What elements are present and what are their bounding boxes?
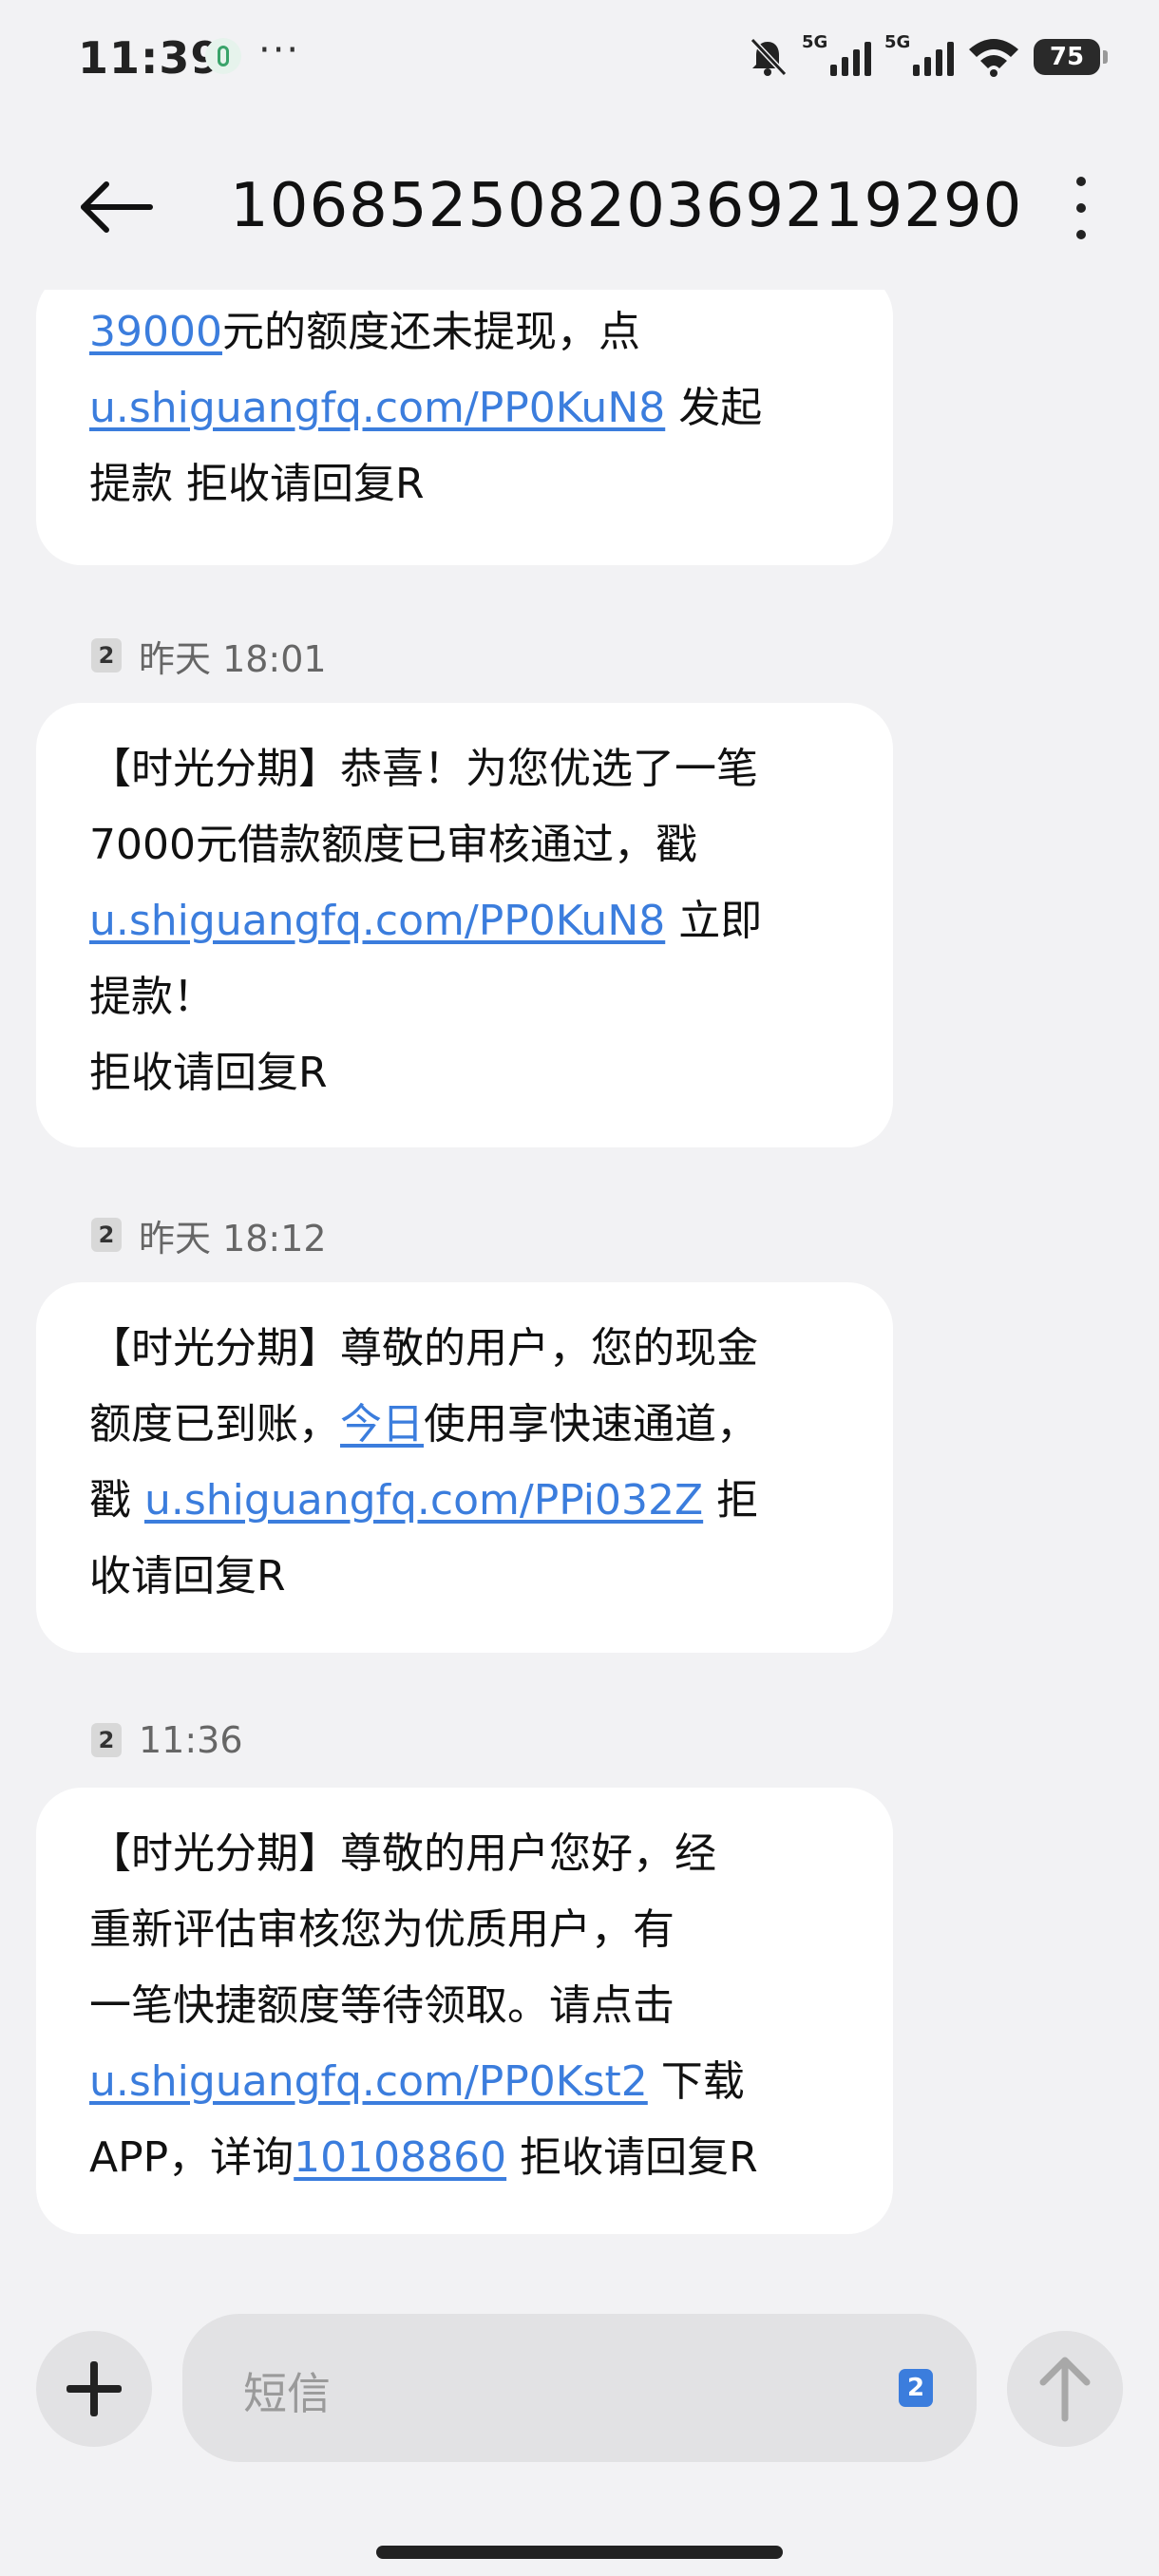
message-list[interactable]: 39000元的额度还未提现，点 u.shiguangfq.com/PP0KuN8 … [0,290,1159,2308]
message-bubble[interactable]: 【时光分期】尊敬的用户您好，经 重新评估审核您为优质用户，有 一笔快捷额度等待领取。… [36,1788,893,2234]
message-timestamp: 2 昨天 18:12 [91,1216,327,1260]
message-bubble[interactable]: 【时光分期】尊敬的用户，您的现金 额度已到账，今日使用享快速通道，戳 u.shig… [36,1282,893,1653]
message-text: 拒 [703,1476,759,1525]
status-indicators: 5G 5G 75 [747,32,1108,80]
message-line: 39000元的额度还未提现，点 [89,294,855,370]
sim-selector-badge[interactable]: 2 [899,2369,933,2407]
bell-muted-icon [750,37,788,77]
message-input[interactable]: 短信 2 [182,2314,977,2462]
back-arrow-icon[interactable] [78,180,154,234]
cellular-signal-icon: 5G [884,32,954,76]
message-input-placeholder: 短信 [243,2368,331,2419]
sim-card-icon: 2 [91,638,122,672]
message-line: 提款 拒收请回复R [89,446,855,522]
status-bar: 11:39 ··· 5G 5G 75 [0,0,1159,114]
message-text: 发起 [665,384,763,432]
conversation-header: 106852508203692192​90 [0,142,1159,266]
message-line: 【时光分期】恭喜！为您优选了一笔 [89,731,855,807]
message-link[interactable]: 39000 [89,308,222,356]
message-line: 拒收请回复R [89,1035,855,1111]
message-line: 提款！ [89,959,855,1035]
cellular-signal-icon: 5G [802,32,871,76]
network-type-label: 5G [884,32,911,52]
network-type-label: 5G [802,32,828,52]
timestamp-text: 昨天 18:01 [139,637,327,680]
message-line: 7000元借款额度已审核通过，戳 [89,807,855,883]
message-line: 额度已到账，今日使用享快速通道， [89,1387,855,1463]
message-text: 【时光分期】恭喜！为您优选了一笔 [89,745,758,793]
message-line: u.shiguangfq.com/PP0KuN8 发起 [89,370,855,446]
message-bubble[interactable]: 39000元的额度还未提现，点 u.shiguangfq.com/PP0KuN8 … [36,290,893,565]
wifi-icon [969,39,1018,77]
message-text: 立即 [665,897,763,945]
message-timestamp: 2 昨天 18:01 [91,636,327,680]
sim-card-icon: 2 [91,1723,122,1757]
message-line: 【时光分期】尊敬的用户您好，经 [89,1816,855,1892]
more-notifications-icon: ··· [258,28,301,72]
app-notification-icon [205,38,241,74]
message-text: 提款 拒收请回复R [89,460,425,508]
message-line: u.shiguangfq.com/PP0Kst2 下载 [89,2044,855,2120]
message-text: 【时光分期】尊敬的用户，您的现金 [89,1324,758,1373]
battery-icon: 75 [1034,39,1108,75]
status-time: 11:39 [78,32,222,84]
message-text: APP，详询 [89,2133,294,2182]
message-link[interactable]: u.shiguangfq.com/PP0Kst2 [89,2057,648,2106]
more-options-icon[interactable] [1070,177,1092,239]
message-timestamp: 2 11:36 [91,1719,243,1761]
message-line: 一笔快捷额度等待领取。请点击 [89,1968,855,2044]
message-text: 【时光分期】尊敬的用户您好，经 [89,1829,716,1878]
message-line: u.shiguangfq.com/PP0KuN8 立即 [89,883,855,959]
send-button[interactable] [1007,2331,1123,2447]
message-line: APP，详询10108860 拒收请回复R [89,2120,855,2196]
message-text: 收请回复R [89,1552,286,1601]
message-text: 拒收请回复R [89,1049,328,1097]
message-line: 【时光分期】尊敬的用户，您的现金 [89,1311,855,1387]
message-text: 使用享快速通道， [424,1400,758,1449]
message-text: 7000元借款额度已审核通过，戳 [89,821,697,869]
message-text: 拒收请回复R [506,2133,758,2182]
message-line: 收请回复R [89,1539,855,1615]
message-link[interactable]: u.shiguangfq.com/PP0KuN8 [89,897,665,945]
message-link[interactable]: u.shiguangfq.com/PPi032Z [144,1476,703,1525]
add-attachment-button[interactable] [36,2331,152,2447]
message-text: 一笔快捷额度等待领取。请点击 [89,1981,674,2030]
message-text: 重新评估审核您为优质用户，有 [89,1905,674,1954]
message-link[interactable]: u.shiguangfq.com/PP0KuN8 [89,384,665,432]
sim-card-icon: 2 [91,1218,122,1252]
timestamp-text: 昨天 18:12 [139,1217,327,1260]
message-text: 提款！ [89,973,215,1021]
home-indicator[interactable] [376,2546,783,2559]
message-link[interactable]: 10108860 [294,2133,506,2182]
message-text: 元的额度还未提现，点 [221,308,640,356]
message-bubble[interactable]: 【时光分期】恭喜！为您优选了一笔 7000元借款额度已审核通过，戳 u.shigua… [36,703,893,1147]
timestamp-text: 11:36 [139,1719,243,1761]
message-line: 戳 u.shiguangfq.com/PPi032Z 拒 [89,1463,855,1539]
message-link[interactable]: 今日 [340,1400,424,1449]
message-text: 戳 [89,1476,144,1525]
message-line: 重新评估审核您为优质用户，有 [89,1892,855,1968]
conversation-title: 106852508203692192​90 [230,171,1023,241]
message-text: 额度已到账， [89,1400,340,1449]
message-text: 下载 [647,2057,745,2106]
